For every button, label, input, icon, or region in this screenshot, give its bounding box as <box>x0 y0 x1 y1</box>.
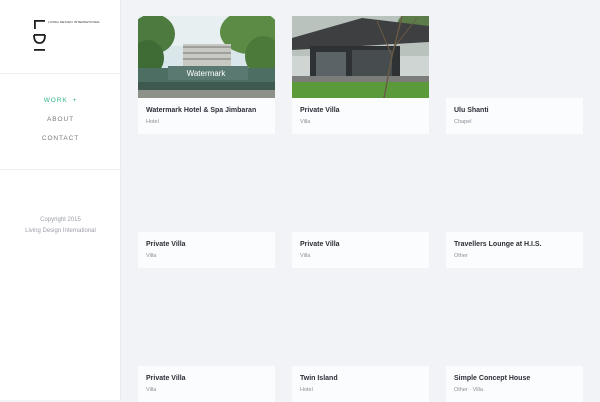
copyright: Copyright 2015 Living Design Internation… <box>0 215 121 237</box>
project-category: Chapel <box>454 119 472 125</box>
logo-tagline: LIVING DESIGN INTERNATIONAL <box>48 20 101 24</box>
project-card[interactable]: Private Villa Villa <box>138 366 275 402</box>
logo[interactable]: LIVING DESIGN INTERNATIONAL <box>32 18 100 58</box>
card-body: Watermark Hotel & Spa Jimbaran Hotel <box>138 98 275 134</box>
nav-item-contact[interactable]: CONTACT <box>0 135 121 154</box>
project-card[interactable]: Private Villa Villa <box>138 232 275 268</box>
copyright-year: Copyright 2015 <box>40 217 81 223</box>
project-category: Villa <box>146 253 157 259</box>
card-body: Private Villa Villa <box>138 366 275 402</box>
project-title: Private Villa <box>146 241 186 248</box>
project-title: Watermark Hotel & Spa Jimbaran <box>146 107 257 114</box>
project-card[interactable]: Twin Island Hotel <box>292 366 429 402</box>
project-grid: Watermark Watermark Hotel & Spa Jimbaran… <box>121 0 600 402</box>
project-title: Travellers Lounge at H.I.S. <box>454 241 542 248</box>
card-body: Ulu Shanti Chapel <box>446 98 583 134</box>
nav-item-work-label: WORK <box>43 97 68 104</box>
card-body: Travellers Lounge at H.I.S. Other <box>446 232 583 268</box>
project-card[interactable]: Simple Concept House Other · Villa <box>446 366 583 402</box>
card-body: Private Villa Villa <box>138 232 275 268</box>
project-category: Villa <box>146 387 157 393</box>
hotel-photo: Watermark <box>138 16 275 98</box>
project-card[interactable]: Private Villa Villa <box>292 232 429 268</box>
card-body: Private Villa Villa <box>292 98 429 134</box>
project-title: Ulu Shanti <box>454 107 489 114</box>
sidebar-divider <box>0 169 121 170</box>
project-title: Twin Island <box>300 375 338 382</box>
project-category: Hotel <box>146 119 159 125</box>
sidebar-divider <box>0 73 121 74</box>
copyright-company: Living Design International <box>25 228 96 234</box>
project-title: Private Villa <box>300 241 340 248</box>
card-body: Twin Island Hotel <box>292 366 429 402</box>
card-body: Simple Concept House Other · Villa <box>446 366 583 402</box>
nav-item-about[interactable]: ABOUT <box>0 116 121 135</box>
ldi-logo-mark <box>33 20 46 51</box>
project-title: Private Villa <box>146 375 186 382</box>
villa-photo <box>292 16 429 98</box>
project-card[interactable]: Watermark Watermark Hotel & Spa Jimbaran… <box>138 16 275 134</box>
project-card[interactable]: Travellers Lounge at H.I.S. Other <box>446 232 583 268</box>
plus-icon: + <box>72 97 78 104</box>
watermark-sign: Watermark <box>187 69 227 78</box>
project-card[interactable]: Private Villa Villa <box>292 16 429 134</box>
project-category: Hotel <box>300 387 313 393</box>
sidebar: LIVING DESIGN INTERNATIONAL WORK + ABOUT … <box>0 0 121 400</box>
card-body: Private Villa Villa <box>292 232 429 268</box>
project-title: Simple Concept House <box>454 375 531 382</box>
main-nav: WORK + ABOUT CONTACT <box>0 97 121 154</box>
project-category: Villa <box>300 253 311 259</box>
project-title: Private Villa <box>300 107 340 114</box>
project-card[interactable]: Ulu Shanti Chapel <box>446 98 583 134</box>
nav-item-work[interactable]: WORK + <box>0 97 121 116</box>
project-category: Other <box>454 253 468 259</box>
project-category: Other · Villa <box>454 387 483 393</box>
project-category: Villa <box>300 119 311 125</box>
